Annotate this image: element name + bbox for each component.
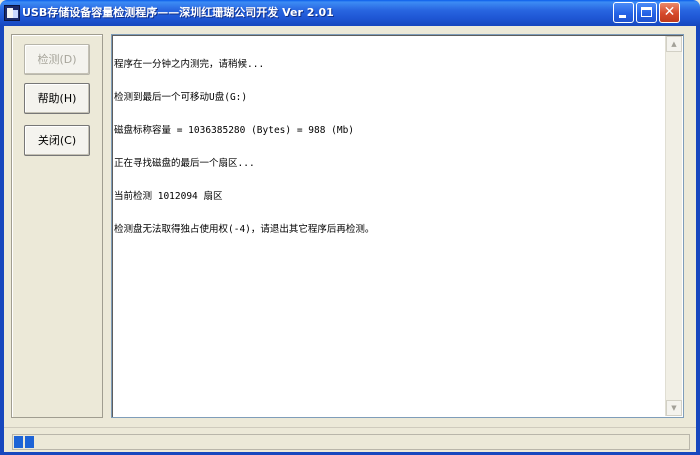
progress-block [25, 436, 34, 448]
window-frame-right [696, 26, 700, 455]
output-line: 程序在一分钟之内测完，请稍候... [114, 59, 265, 70]
maximize-icon [641, 7, 652, 17]
progress-fill [14, 436, 36, 448]
progress-bar [12, 434, 690, 450]
output-text: 程序在一分钟之内测完，请稍候... 检测到最后一个可移动U盘(G:) 磁盘标称容… [114, 37, 664, 257]
output-line: 检测盘无法取得独占使用权(-4)，请退出其它程序后再检测。 [114, 224, 375, 235]
output-line: 正在寻找磁盘的最后一个扇区... [114, 158, 255, 169]
maximize-button[interactable] [636, 2, 657, 23]
output-line: 当前检测 1012094 扇区 [114, 191, 223, 202]
app-icon[interactable] [4, 5, 20, 21]
close-window-button[interactable]: ✕ [659, 2, 680, 23]
detect-button[interactable]: 检测(D) [24, 44, 90, 75]
help-button[interactable]: 帮助(H) [24, 83, 90, 114]
command-panel: 检测(D) 帮助(H) 关闭(C) [11, 34, 103, 418]
app-icon-part [13, 10, 18, 18]
title-bar[interactable]: USB存储设备容量检测程序——深圳红珊瑚公司开发 Ver 2.01 ✕ [0, 0, 700, 26]
app-window: USB存储设备容量检测程序——深圳红珊瑚公司开发 Ver 2.01 ✕ 检测(D… [0, 0, 700, 455]
window-frame-left [0, 26, 4, 455]
vertical-scrollbar[interactable]: ▲ ▼ [665, 36, 682, 416]
output-line: 磁盘标称容量 = 1036385280 (Bytes) = 988 (Mb) [114, 125, 355, 136]
output-line: 检测到最后一个可移动U盘(G:) [114, 92, 248, 103]
close-button[interactable]: 关闭(C) [24, 125, 90, 156]
scroll-down-icon[interactable]: ▼ [666, 400, 682, 416]
output-log[interactable]: 程序在一分钟之内测完，请稍候... 检测到最后一个可移动U盘(G:) 磁盘标称容… [111, 34, 684, 418]
progress-block [14, 436, 23, 448]
window-title: USB存储设备容量检测程序——深圳红珊瑚公司开发 Ver 2.01 [22, 6, 334, 19]
scroll-up-icon[interactable]: ▲ [666, 36, 682, 52]
status-bar [4, 427, 696, 452]
close-icon: ✕ [663, 4, 676, 20]
minimize-button[interactable] [613, 2, 634, 23]
minimize-icon [619, 15, 626, 18]
